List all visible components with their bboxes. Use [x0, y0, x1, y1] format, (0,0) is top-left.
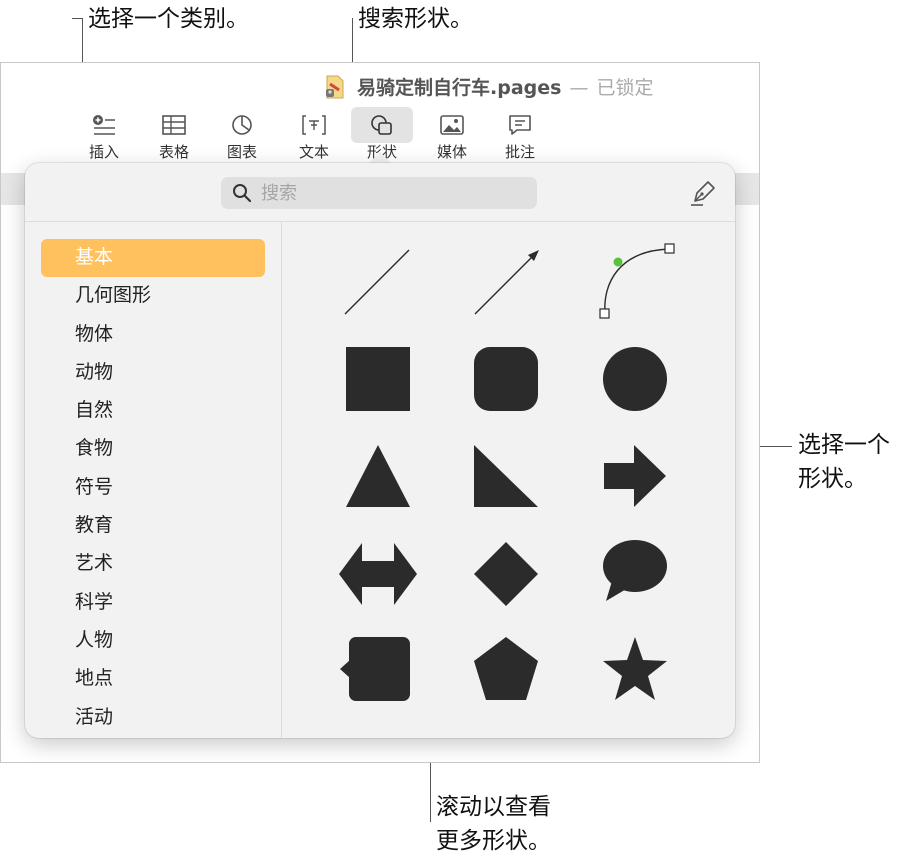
category-item-nature[interactable]: 自然: [41, 392, 265, 430]
toolbar-insert-button[interactable]: 插入: [73, 107, 135, 163]
shape-pentagon[interactable]: [473, 636, 539, 702]
search-icon: [233, 184, 252, 203]
category-item-science[interactable]: 科学: [41, 584, 265, 622]
insert-icon: [93, 115, 115, 135]
title-separator: —: [569, 77, 589, 99]
toolbar-table-label: 表格: [158, 143, 189, 161]
shape-arrow-line[interactable]: [471, 246, 541, 316]
callout-select-shape-line1: 选择一个: [798, 432, 890, 458]
shape-speech-bubble[interactable]: [602, 539, 668, 605]
toolbar-insert-label: 插入: [88, 143, 119, 161]
callout-scroll-line2: 更多形状。: [436, 828, 551, 854]
category-list: 基本 几何图形 物体 动物 自然 食物 符号 教育 艺术 科学 人物 地点 活动: [41, 239, 265, 737]
toolbar-table-button[interactable]: 表格: [143, 107, 205, 163]
shape-circle[interactable]: [602, 346, 668, 412]
toolbar-text-label: 文本: [298, 143, 329, 161]
media-icon: [440, 115, 464, 135]
callout-select-category: 选择一个类别。: [88, 6, 249, 32]
category-item-people[interactable]: 人物: [41, 622, 265, 660]
toolbar-chart-button[interactable]: 图表: [211, 107, 273, 163]
document-name: 易骑定制自行车.pages: [357, 77, 562, 99]
category-item-activities[interactable]: 活动: [41, 699, 265, 737]
shape-line[interactable]: [341, 246, 411, 316]
category-item-symbols[interactable]: 符号: [41, 469, 265, 507]
table-icon: [162, 115, 186, 135]
toolbar-chart-label: 图表: [226, 143, 257, 161]
shape-double-arrow[interactable]: [338, 541, 418, 607]
window-title: 易骑定制自行车.pages — 已锁定: [357, 73, 653, 100]
toolbar-media-label: 媒体: [436, 143, 467, 161]
category-item-arts[interactable]: 艺术: [41, 545, 265, 583]
shape-arrow[interactable]: [602, 443, 668, 509]
locked-label: 已锁定: [596, 77, 654, 99]
shape-rounded-square[interactable]: [473, 346, 539, 412]
shapes-popover: 基本 几何图形 物体 动物 自然 食物 符号 教育 艺术 科学 人物 地点 活动: [25, 163, 735, 738]
search-field[interactable]: [221, 177, 537, 209]
callout-select-shape: 选择一个 形状。: [798, 428, 890, 496]
category-item-geometry[interactable]: 几何图形: [41, 277, 265, 315]
shape-curve[interactable]: [597, 243, 677, 323]
header-separator: [25, 221, 735, 222]
category-item-objects[interactable]: 物体: [41, 316, 265, 354]
shape-right-triangle[interactable]: [473, 443, 539, 509]
shape-triangle[interactable]: [345, 443, 411, 509]
callout-scroll-line1: 滚动以查看: [436, 794, 551, 820]
shape-icon: [371, 115, 392, 135]
toolbar-comment-button[interactable]: 批注: [489, 107, 551, 163]
column-separator: [281, 222, 282, 738]
category-item-places[interactable]: 地点: [41, 660, 265, 698]
shape-star[interactable]: [602, 636, 668, 702]
pen-tool-icon[interactable]: [689, 179, 717, 207]
callout-scroll: 滚动以查看 更多形状。: [436, 790, 551, 858]
category-item-education[interactable]: 教育: [41, 507, 265, 545]
search-input[interactable]: [261, 177, 521, 209]
callout-search-shapes: 搜索形状。: [358, 6, 473, 32]
category-item-animals[interactable]: 动物: [41, 354, 265, 392]
chart-icon: [232, 115, 252, 135]
shape-square[interactable]: [345, 346, 411, 412]
comment-icon: [509, 115, 531, 135]
document-icon: [326, 75, 344, 99]
toolbar-media-button[interactable]: 媒体: [421, 107, 483, 163]
callout-line-category-tick: [72, 18, 82, 19]
category-item-basic[interactable]: 基本: [41, 239, 265, 278]
shape-callout-square[interactable]: [339, 636, 411, 702]
toolbar-text-button[interactable]: 文本: [283, 107, 345, 163]
text-icon: [302, 115, 326, 135]
callout-select-shape-line2: 形状。: [798, 466, 867, 492]
toolbar-comment-label: 批注: [504, 143, 535, 161]
category-item-food[interactable]: 食物: [41, 430, 265, 468]
shape-diamond[interactable]: [473, 541, 539, 607]
title-bar: 易骑定制自行车.pages — 已锁定: [1, 63, 759, 107]
